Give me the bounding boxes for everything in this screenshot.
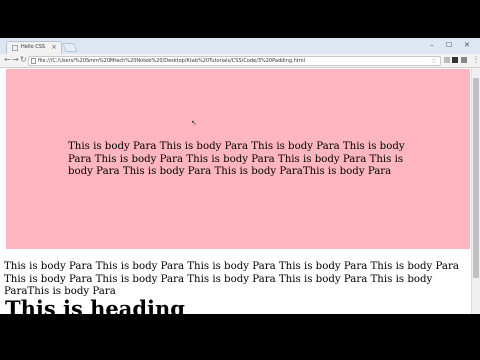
vertical-scrollbar[interactable] (471, 68, 480, 314)
browser-menu-icon[interactable]: ⋮ (472, 55, 480, 64)
close-window-button[interactable]: ✕ (464, 41, 470, 49)
tab-hello-css[interactable]: Hello CSS × (6, 41, 62, 54)
bookmark-star-icon[interactable]: ☆ (431, 57, 437, 65)
page-icon (12, 45, 18, 51)
forward-arrow-icon[interactable]: → (12, 55, 19, 64)
minimize-button[interactable]: – (430, 41, 434, 49)
page-viewport: This is body Para This is body Para This… (0, 68, 471, 314)
address-url[interactable]: file:///C:/Users/%20Smm%20Mtech%20Noteb%… (38, 58, 305, 64)
page-heading: This is heading (5, 296, 185, 314)
browser-toolbar: ← → ↻ file:///C:/Users/%20Smm%20Mtech%20… (0, 54, 480, 68)
tab-title: Hello CSS (21, 44, 46, 50)
tab-strip: Hello CSS × – ☐ ✕ (0, 38, 480, 54)
extension-icon[interactable] (444, 57, 450, 63)
browser-window: Hello CSS × – ☐ ✕ ← → ↻ file:///C:/Users… (0, 38, 480, 314)
padded-div-box: This is body Para This is body Para This… (6, 69, 470, 249)
extension-icon-gray[interactable] (461, 57, 467, 63)
mouse-cursor-icon: ↖ (191, 119, 197, 127)
address-bar[interactable]: file:///C:/Users/%20Smm%20Mtech%20Noteb%… (28, 56, 441, 66)
scrollbar-thumb[interactable] (473, 78, 479, 278)
new-tab-button[interactable] (62, 43, 78, 52)
extension-icon-dark[interactable] (452, 57, 458, 63)
tab-close-icon[interactable]: × (51, 43, 57, 51)
back-arrow-icon[interactable]: ← (4, 55, 11, 64)
reload-icon[interactable]: ↻ (20, 55, 27, 64)
pink-box-paragraph: This is body Para This is body Para This… (68, 141, 405, 177)
page-info-icon[interactable] (31, 58, 36, 64)
maximize-button[interactable]: ☐ (446, 41, 452, 49)
body-paragraph: This is body Para This is body Para This… (4, 261, 459, 297)
